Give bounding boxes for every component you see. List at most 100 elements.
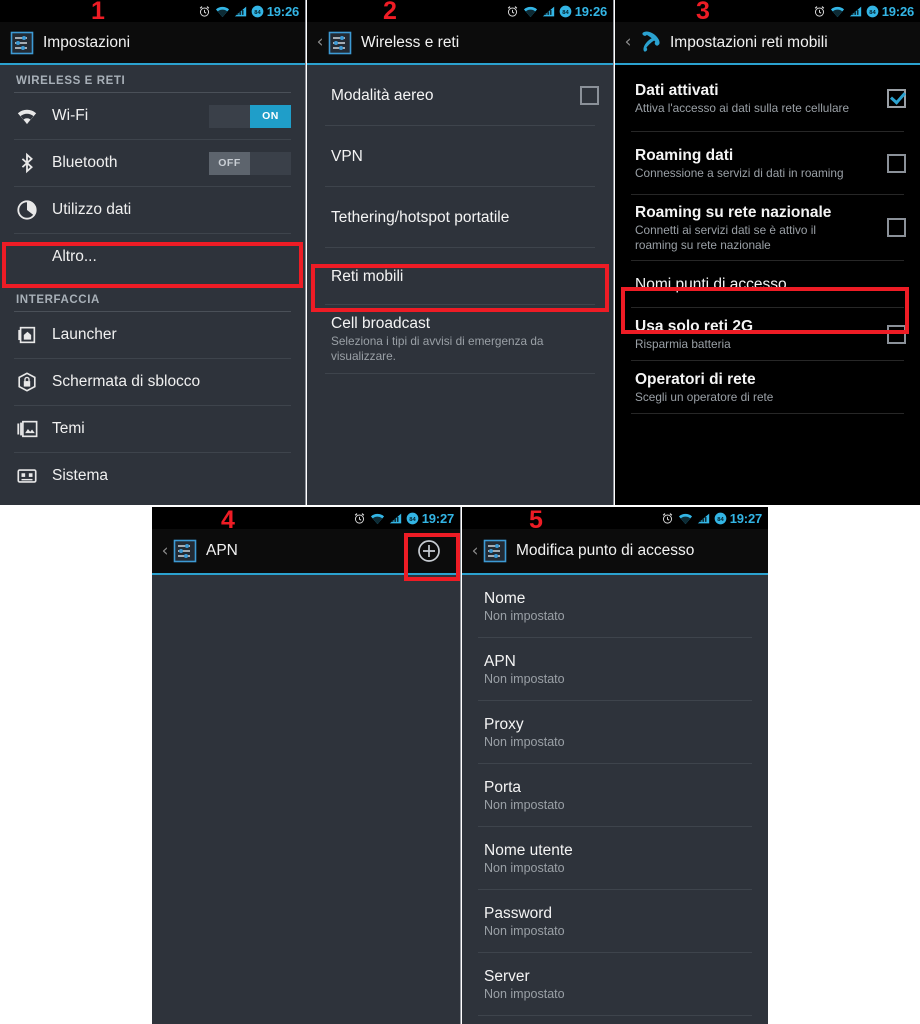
settings-sliders-icon — [483, 539, 507, 563]
sidebar-item-schermata-sblocco[interactable]: Schermata di sblocco — [0, 359, 305, 405]
sidebar-item-temi[interactable]: Temi — [0, 406, 305, 452]
dati-attivati-checkbox[interactable] — [887, 88, 906, 108]
battery-icon: 84 — [251, 5, 264, 17]
status-clock: 19:26 — [266, 3, 299, 19]
row-text: Proxy Non impostato — [484, 707, 754, 758]
sidebar-item-wifi[interactable]: Wi-Fi ON — [0, 93, 305, 139]
sidebar-item-label: Bluetooth — [52, 154, 118, 171]
panel-impostazioni: 84 19:26 Impostazioni WIRELESS E RETI Wi… — [0, 0, 305, 505]
field-porta[interactable]: Porta Non impostato — [462, 764, 768, 826]
wifi-icon — [370, 513, 384, 524]
lock-screen-icon — [18, 372, 36, 392]
row-text: Nome utente Non impostato — [484, 833, 754, 884]
list-item-tethering[interactable]: Tethering/hotspot portatile — [307, 187, 613, 247]
settings-sliders-icon — [10, 31, 34, 54]
list-item-title: Nomi punti di accesso — [635, 275, 787, 293]
step-number-5: 5 — [529, 506, 543, 534]
page-title: Wireless e reti — [361, 33, 460, 51]
signal-bars-icon — [849, 6, 861, 16]
back-chevron-icon[interactable]: ‹ — [315, 34, 325, 51]
status-bar-1: 84 19:26 — [0, 0, 305, 22]
sidebar-item-label: Schermata di sblocco — [52, 373, 201, 390]
roaming-nazionale-checkbox[interactable] — [887, 218, 906, 237]
step-number-4: 4 — [221, 506, 235, 534]
sidebar-item-utilizzo-dati[interactable]: Utilizzo dati — [0, 187, 305, 233]
sidebar-item-sistema[interactable]: Sistema — [0, 453, 305, 499]
list-item-roaming-dati[interactable]: Roaming dati Connessione a servizi di da… — [615, 132, 920, 194]
list-item-roaming-nazionale[interactable]: Roaming su rete nazionale Connetti ai se… — [615, 195, 920, 260]
sidebar-item-launcher[interactable]: Launcher — [0, 312, 305, 358]
back-chevron-icon[interactable]: ‹ — [470, 542, 480, 560]
panel-apn: 84 19:27 ‹ APN — [152, 507, 460, 1024]
list-item-subtitle: Seleziona i tipi di avvisi di emergenza … — [331, 334, 544, 363]
status-icons-4: 84 — [353, 512, 419, 525]
row-separator — [325, 373, 595, 374]
sidebar-item-bluetooth[interactable]: Bluetooth OFF — [0, 140, 305, 186]
add-apn-icon[interactable] — [416, 538, 442, 564]
row-text: Password Non impostato — [484, 896, 754, 947]
field-value: Non impostato — [484, 671, 565, 686]
back-chevron-icon[interactable]: ‹ — [623, 34, 633, 51]
airplane-mode-checkbox[interactable] — [580, 85, 599, 105]
panel-modifica-apn: 84 19:27 ‹ Modifica punto di accesso Nom… — [462, 507, 768, 1024]
signal-bars-icon — [234, 6, 246, 16]
back-chevron-icon[interactable]: ‹ — [160, 542, 170, 560]
list-item-title: VPN — [331, 147, 363, 165]
list-item-dati-attivati[interactable]: Dati attivati Attiva l'accesso ai dati s… — [615, 65, 920, 131]
wifi-icon — [17, 109, 37, 124]
roaming-dati-checkbox[interactable] — [887, 153, 906, 173]
bluetooth-icon — [21, 152, 33, 174]
page-title: Modifica punto di accesso — [516, 542, 695, 559]
field-nome[interactable]: Nome Non impostato — [462, 575, 768, 637]
list-item-reti-mobili[interactable]: Reti mobili — [307, 248, 613, 304]
svg-text:84: 84 — [562, 9, 569, 15]
field-password[interactable]: Password Non impostato — [462, 890, 768, 952]
list-item-modalita-aereo[interactable]: Modalità aereo — [307, 65, 613, 125]
wifi-icon — [830, 6, 844, 17]
list-item-cell-broadcast[interactable]: Cell broadcast Seleziona i tipi di avvis… — [307, 305, 613, 363]
action-bar-5: ‹ Modifica punto di accesso — [462, 529, 768, 573]
solo-2g-checkbox[interactable] — [887, 324, 906, 344]
row-text: VPN — [331, 139, 599, 174]
field-label: APN — [484, 652, 516, 670]
toggle-state-label: OFF — [209, 151, 250, 175]
status-bar-2: 84 19:26 — [307, 0, 613, 22]
svg-text:84: 84 — [254, 9, 261, 15]
wifi-toggle[interactable]: ON — [209, 104, 291, 128]
row-text: Roaming dati Connessione a servizi di da… — [635, 138, 887, 189]
status-clock: 19:27 — [729, 510, 762, 526]
svg-text:84: 84 — [717, 516, 724, 522]
row-text: APN Non impostato — [484, 644, 754, 695]
status-bar-5: 84 19:27 — [462, 507, 768, 529]
alarm-icon — [199, 5, 209, 17]
row-separator — [631, 413, 904, 414]
list-item-subtitle: Scegli un operatore di rete — [635, 389, 774, 404]
settings-sliders-icon — [328, 31, 352, 54]
signal-bars-icon — [697, 513, 709, 523]
list-item-title: Cell broadcast — [331, 315, 431, 332]
apn-empty-list — [152, 575, 460, 1024]
settings-list-3: Dati attivati Attiva l'accesso ai dati s… — [615, 65, 920, 414]
field-label: Server — [484, 967, 530, 985]
list-item-operatori-rete[interactable]: Operatori di rete Scegli un operatore di… — [615, 361, 920, 413]
signal-bars-icon — [389, 513, 401, 523]
status-bar-3: 84 19:26 — [615, 0, 920, 22]
list-item-solo-2g[interactable]: Usa solo reti 2G Risparmia batteria — [615, 308, 920, 360]
field-server[interactable]: Server Non impostato — [462, 953, 768, 1015]
sidebar-item-label: Wi-Fi — [52, 107, 89, 124]
battery-icon: 84 — [559, 5, 572, 17]
sidebar-item-label: Sistema — [52, 467, 108, 484]
row-text: Tethering/hotspot portatile — [331, 200, 599, 235]
list-item-title: Usa solo reti 2G — [635, 317, 754, 335]
field-apn[interactable]: APN Non impostato — [462, 638, 768, 700]
row-text: Cell broadcast Seleziona i tipi di avvis… — [331, 314, 599, 363]
row-text: Modalità aereo — [331, 78, 580, 113]
field-proxy[interactable]: Proxy Non impostato — [462, 701, 768, 763]
panel-wireless-reti: 84 19:26 ‹ Wireless e reti Modalità aere… — [307, 0, 613, 505]
bluetooth-toggle[interactable]: OFF — [209, 151, 291, 175]
list-item-vpn[interactable]: VPN — [307, 126, 613, 186]
sidebar-item-altro[interactable]: Altro... — [0, 234, 305, 280]
field-nome-utente[interactable]: Nome utente Non impostato — [462, 827, 768, 889]
system-icon — [17, 469, 37, 483]
list-item-nomi-punti-accesso[interactable]: Nomi punti di accesso — [615, 261, 920, 307]
